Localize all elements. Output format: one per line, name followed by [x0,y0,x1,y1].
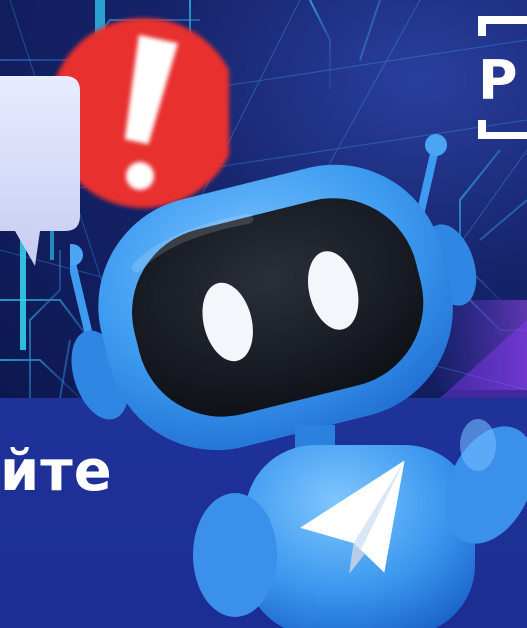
speech-bubble-icon [0,76,80,286]
antenna-right [416,134,447,219]
robot-head [98,164,453,451]
robot-illustration [61,125,527,628]
banner-image: Р йте [0,0,527,628]
brand-logo: Р [470,14,527,139]
brand-text: Р [478,49,518,112]
